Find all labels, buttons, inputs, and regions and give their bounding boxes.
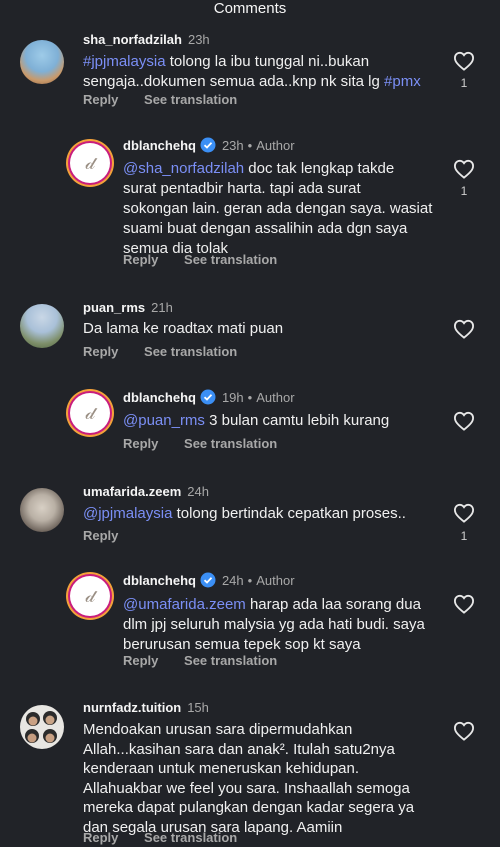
comment-line: mereka dapat pulangkan dengan kadar sege…	[83, 799, 415, 816]
see-translation-button[interactable]: See translation	[144, 830, 237, 845]
comment-line: berurusan semua tepek sop kt saya	[123, 636, 361, 653]
comment-username[interactable]: dblanchehq	[123, 390, 196, 405]
comment-line: surat pentadbir harta. tapi ada surat	[123, 180, 361, 197]
comment-line: dlm jpj seluruh malysia yg ada hati budi…	[123, 616, 425, 633]
comment-username[interactable]: puan_rms	[83, 300, 145, 315]
heart-icon[interactable]	[453, 319, 475, 339]
heart-icon[interactable]	[453, 721, 475, 741]
author-label: Author	[256, 138, 295, 153]
comment-time: 24h	[187, 484, 209, 499]
verified-badge-icon	[200, 137, 216, 153]
comment-username[interactable]: dblanchehq	[123, 138, 196, 153]
separator-dot: •	[247, 138, 253, 153]
separator-dot: •	[247, 573, 253, 588]
comment-time: 23h	[221, 138, 244, 153]
reply-button[interactable]: Reply	[83, 92, 118, 107]
comment-text: Da lama ke roadtax mati puan	[83, 319, 453, 339]
reply-button[interactable]: Reply	[83, 344, 118, 359]
avatar[interactable]: 𝒹	[70, 576, 110, 616]
comment-text: #jpjmalaysia tolong la ibu tunggal ni..b…	[83, 52, 453, 92]
comment-username[interactable]: nurnfadz.tuition	[83, 700, 181, 715]
avatar[interactable]	[20, 40, 64, 84]
see-translation-button[interactable]: See translation	[184, 653, 277, 668]
mention-link[interactable]: @umafarida.zeem	[123, 596, 246, 613]
group-photo-icon	[25, 711, 57, 743]
brand-logo-icon: 𝒹	[85, 402, 95, 424]
see-translation-button[interactable]: See translation	[184, 436, 277, 451]
comment-line: harap ada laa sorang dua	[245, 596, 421, 613]
comment-line: suami buat dengan assalihin ada dgn saya	[123, 220, 408, 237]
comment-line: Allahuakbar we feel you sara. Inshaallah…	[83, 779, 410, 797]
comment-line: Da lama ke roadtax mati puan	[83, 320, 284, 337]
hashtag-link[interactable]: #pmx	[384, 73, 421, 90]
comment-line: 3 bulan camtu lebih kurang	[204, 412, 390, 429]
separator-dot: •	[247, 390, 253, 405]
comment-time: 15h	[187, 700, 209, 715]
comment-text: @sha_norfadzilah doc tak lengkap takde s…	[123, 159, 443, 259]
comments-title: Comments	[213, 0, 287, 17]
mention-link[interactable]: @puan_rms	[123, 412, 205, 429]
like-count: 1	[460, 76, 468, 90]
like-count: 1	[460, 184, 468, 198]
avatar[interactable]	[20, 705, 64, 749]
heart-icon[interactable]	[453, 594, 475, 614]
hashtag-link[interactable]: #jpjmalaysia	[83, 53, 166, 70]
comment-text: @umafarida.zeem harap ada laa sorang dua…	[123, 595, 443, 655]
comment-username[interactable]: sha_norfadzilah	[83, 32, 182, 47]
comment-line: Mendoakan urusan sara dipermudahkan	[83, 721, 353, 738]
comment-line: doc tak lengkap takde	[244, 160, 395, 177]
avatar[interactable]	[20, 488, 64, 532]
brand-logo-icon: 𝒹	[85, 152, 95, 174]
avatar[interactable]: 𝒹	[70, 393, 110, 433]
comment-line: tolong bertindak cepatkan proses..	[172, 505, 406, 522]
author-label: Author	[256, 573, 295, 588]
heart-icon[interactable]	[453, 503, 475, 523]
heart-icon[interactable]	[453, 159, 475, 179]
see-translation-button[interactable]: See translation	[144, 92, 237, 107]
see-translation-button[interactable]: See translation	[144, 344, 237, 359]
comment-line: tolong la ibu tunggal ni..bukan	[165, 53, 370, 70]
comment-line: kenderaan untuk meneruskan kehidupan.	[83, 760, 360, 777]
comment-username[interactable]: dblanchehq	[123, 573, 196, 588]
heart-icon[interactable]	[453, 51, 475, 71]
verified-badge-icon	[200, 572, 216, 588]
comment-time: 21h	[151, 300, 173, 315]
avatar[interactable]	[20, 304, 64, 348]
comment-time: 19h	[221, 390, 244, 405]
author-label: Author	[256, 390, 295, 405]
comment-line: Allah...kasihan sara dan anak². Itulah s…	[83, 740, 395, 758]
reply-button[interactable]: Reply	[123, 252, 158, 267]
comment-time: 23h	[187, 32, 210, 47]
reply-button[interactable]: Reply	[83, 528, 118, 543]
comment-line: sengaja..dokumen semua ada..knp nk sita …	[83, 73, 385, 90]
heart-icon[interactable]	[453, 411, 475, 431]
comment-username[interactable]: umafarida.zeem	[83, 484, 181, 499]
avatar[interactable]: 𝒹	[70, 143, 110, 183]
reply-button[interactable]: Reply	[83, 830, 118, 845]
comments-header: Comments	[0, 0, 500, 20]
brand-logo-icon: 𝒹	[85, 585, 95, 607]
reply-button[interactable]: Reply	[123, 653, 158, 668]
see-translation-button[interactable]: See translation	[184, 252, 277, 267]
comment-text: @jpjmalaysia tolong bertindak cepatkan p…	[83, 504, 453, 524]
mention-link[interactable]: @sha_norfadzilah	[123, 160, 244, 177]
reply-button[interactable]: Reply	[123, 436, 158, 451]
comment-time: 24h	[221, 573, 244, 588]
comment-text: @puan_rms 3 bulan camtu lebih kurang	[123, 411, 443, 431]
comment-text: Mendoakan urusan sara dipermudahkan Alla…	[83, 720, 453, 837]
comment-line: sokongan lain. geran ada dengan saya. wa…	[123, 200, 433, 217]
verified-badge-icon	[200, 389, 216, 405]
mention-link[interactable]: @jpjmalaysia	[83, 505, 172, 522]
like-count: 1	[460, 529, 468, 543]
